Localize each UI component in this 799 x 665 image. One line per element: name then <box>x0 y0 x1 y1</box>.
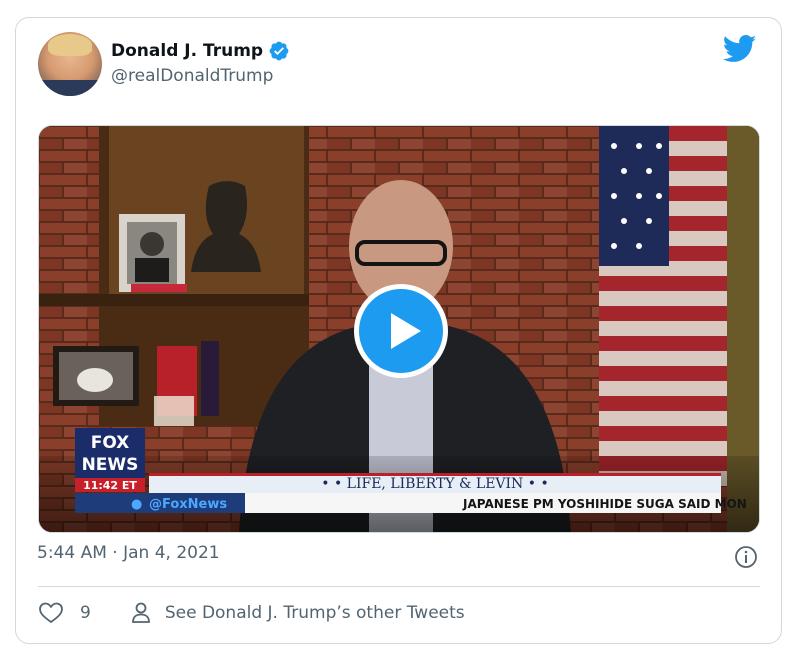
ticker-text: JAPANESE PM YOSHIHIDE SUGA SAID MON <box>462 497 747 511</box>
play-button[interactable] <box>354 284 448 378</box>
author-name-row: Donald J. Trump <box>111 40 290 62</box>
svg-text:FOX: FOX <box>91 433 130 453</box>
shelf <box>39 294 309 306</box>
person-icon <box>131 602 150 623</box>
author-avatar[interactable] <box>38 32 102 96</box>
heart-icon <box>39 602 63 624</box>
clock: 11:42 ET <box>83 479 137 492</box>
avatar-suit <box>38 80 102 96</box>
tweet-timestamp[interactable]: 5:44 AM · Jan 4, 2021 <box>37 543 220 563</box>
other-tweets-link[interactable]: See Donald J. Trump’s other Tweets <box>131 601 465 625</box>
video-player[interactable]: • • LIFE, LIBERTY & LEVIN • • @FoxNews ●… <box>38 125 760 533</box>
svg-text:NEWS: NEWS <box>82 455 139 475</box>
divider <box>38 586 760 587</box>
twitter-bird-icon[interactable] <box>723 35 757 63</box>
ticker-handle: @FoxNews <box>149 497 227 512</box>
like-button[interactable]: 9 <box>38 601 91 625</box>
show-title: • • LIFE, LIBERTY & LEVIN • • <box>321 476 548 492</box>
other-tweets-label: See Donald J. Trump’s other Tweets <box>164 603 465 623</box>
info-icon[interactable] <box>734 545 758 569</box>
tweet-card: Donald J. Trump @realDonaldTrump • • LIF… <box>15 17 782 644</box>
avatar-hair <box>48 34 92 56</box>
play-icon <box>391 313 421 349</box>
verified-badge-icon <box>269 41 289 61</box>
author-handle[interactable]: @realDonaldTrump <box>111 66 273 86</box>
like-count: 9 <box>80 603 91 623</box>
author-display-name[interactable]: Donald J. Trump <box>111 41 263 61</box>
tweet-actions: 9 See Donald J. Trump’s other Tweets <box>38 598 465 628</box>
svg-text:●: ● <box>131 497 142 512</box>
